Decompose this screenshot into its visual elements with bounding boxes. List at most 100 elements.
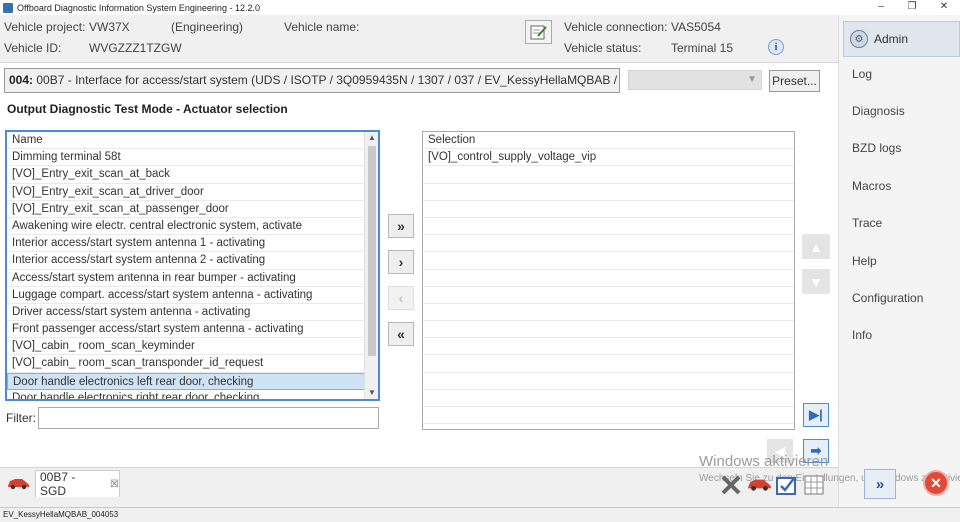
vehicle-id-label: Vehicle ID:: [4, 41, 62, 55]
empty-row: [423, 407, 794, 425]
list-item[interactable]: Access/start system antenna in rear bump…: [7, 270, 365, 287]
sidebar-item-bzd-logs[interactable]: BZD logs: [846, 139, 960, 157]
window-title: Offboard Diagnostic Information System E…: [17, 2, 260, 13]
preset-button[interactable]: Preset...: [769, 70, 820, 92]
empty-row: [423, 252, 794, 270]
add-button[interactable]: ›: [388, 250, 414, 274]
empty-row: [423, 235, 794, 253]
selection-header: Selection: [423, 132, 794, 150]
vehicle-project-value: VW37X: [89, 20, 130, 34]
scroll-thumb[interactable]: [368, 146, 376, 356]
app-icon: [3, 2, 13, 13]
vehicle-status-value: Terminal 15: [671, 41, 734, 55]
scroll-down-icon[interactable]: ▼: [365, 387, 378, 399]
list-item[interactable]: Door handle electronics right rear door,…: [7, 390, 365, 399]
list-scrollbar[interactable]: ▲ ▼: [364, 132, 378, 399]
list-item[interactable]: [VO]_Entry_exit_scan_at_back: [7, 166, 365, 184]
edit-vehicle-button[interactable]: [525, 20, 552, 44]
chevron-right-icon: ›: [398, 254, 404, 270]
list-item[interactable]: Luggage compart. access/start system ant…: [7, 287, 365, 304]
tab-label: 00B7 - SGD: [40, 470, 76, 498]
empty-row: [423, 338, 794, 356]
skip-to-end-button[interactable]: ▶|: [803, 403, 829, 427]
filter-label: Filter:: [6, 411, 36, 425]
vehicle-project-label: Vehicle project:: [4, 20, 86, 34]
cancel-x-icon[interactable]: [720, 474, 742, 496]
empty-row: [423, 355, 794, 373]
move-down-button[interactable]: ▼: [802, 269, 830, 294]
selected-actuators-list[interactable]: Selection [VO]_control_supply_voltage_vi…: [422, 131, 795, 430]
vehicle-connection-value: VAS5054: [671, 20, 721, 34]
tab-close-icon[interactable]: ☒: [110, 479, 119, 490]
available-actuators-list[interactable]: Name Dimming terminal 58t [VO]_Entry_exit…: [5, 130, 380, 401]
list-item[interactable]: Front passenger access/start system ante…: [7, 321, 365, 339]
vehicle-name-label: Vehicle name:: [284, 20, 360, 34]
empty-row: [423, 321, 794, 339]
close-icon: ✕: [930, 474, 942, 491]
list-item[interactable]: [VO]_Entry_exit_scan_at_driver_door: [7, 184, 365, 201]
edit-note-icon: [530, 25, 547, 40]
list-item[interactable]: Dimming terminal 58t: [7, 149, 365, 167]
module-description: 00B7 - Interface for access/start system…: [36, 73, 620, 87]
table-grid-icon[interactable]: [803, 474, 825, 496]
sidebar-item-log[interactable]: Log: [846, 65, 960, 83]
list-item[interactable]: Interior access/start system antenna 2 -…: [7, 252, 365, 270]
vehicle-connection-label: Vehicle connection:: [564, 20, 668, 34]
exit-button[interactable]: ✕: [923, 470, 949, 496]
list-item[interactable]: [VO]_cabin_ room_scan_keyminder: [7, 338, 365, 356]
empty-row: [423, 287, 794, 304]
restore-button[interactable]: ❐: [897, 0, 927, 15]
continue-button[interactable]: »: [864, 469, 896, 499]
vehicle-status-label: Vehicle status:: [564, 41, 642, 55]
tab-00b7-sgd[interactable]: 00B7 - SGD ☒: [35, 470, 120, 498]
sidebar-item-help[interactable]: Help: [846, 252, 960, 270]
filter-input[interactable]: [38, 407, 379, 429]
preset-select[interactable]: ▼: [628, 70, 762, 90]
double-chevron-right-icon: »: [397, 218, 405, 234]
title-bar: Offboard Diagnostic Information System E…: [0, 0, 960, 15]
admin-label: Admin: [874, 32, 909, 46]
section-title: Output Diagnostic Test Mode - Actuator s…: [7, 102, 288, 116]
sidebar-item-configuration[interactable]: Configuration: [846, 289, 960, 307]
remove-all-button[interactable]: «: [388, 322, 414, 346]
sidebar-item-diagnosis[interactable]: Diagnosis: [846, 102, 960, 120]
admin-button[interactable]: ⚙ Admin: [843, 21, 960, 57]
double-chevron-right-icon: »: [875, 475, 885, 493]
empty-row: [423, 184, 794, 201]
list-item[interactable]: Interior access/start system antenna 1 -…: [7, 235, 365, 253]
list-item[interactable]: [VO]_cabin_ room_scan_transponder_id_req…: [7, 355, 365, 373]
empty-row: [423, 201, 794, 218]
empty-row: [423, 218, 794, 236]
selection-item[interactable]: [VO]_control_supply_voltage_vip: [423, 149, 794, 167]
list-item[interactable]: [VO]_Entry_exit_scan_at_passenger_door: [7, 201, 365, 218]
sidebar-item-trace[interactable]: Trace: [846, 214, 960, 232]
double-chevron-left-icon: «: [397, 326, 405, 342]
empty-row: [423, 270, 794, 287]
sidebar-item-info[interactable]: Info: [846, 326, 960, 344]
activation-watermark-title: Windows aktivieren: [699, 453, 829, 470]
list-item[interactable]: Awakening wire electr. central electroni…: [7, 218, 365, 236]
checklist-icon[interactable]: [775, 474, 799, 496]
list-header: Name: [7, 132, 365, 150]
list-item[interactable]: Driver access/start system antenna - act…: [7, 304, 365, 322]
vehicle-status-icon[interactable]: [746, 476, 772, 492]
mode-value: (Engineering): [171, 20, 244, 34]
sidebar-item-macros[interactable]: Macros: [846, 177, 960, 195]
header-divider: [0, 62, 838, 63]
empty-row: [423, 304, 794, 322]
module-number: 004:: [9, 73, 34, 87]
add-all-button[interactable]: »: [388, 214, 414, 238]
move-up-button[interactable]: ▲: [802, 234, 830, 259]
admin-gear-icon: ⚙: [850, 30, 868, 48]
vehicle-car-icon[interactable]: [6, 476, 30, 490]
chevron-left-icon: ‹: [398, 290, 404, 306]
arrow-down-icon: ▼: [809, 273, 823, 290]
list-item[interactable]: Door handle electronics left rear door, …: [7, 372, 365, 390]
scroll-up-icon[interactable]: ▲: [365, 132, 378, 144]
remove-button[interactable]: ‹: [388, 286, 414, 310]
close-window-button[interactable]: ✕: [929, 0, 959, 15]
info-icon[interactable]: i: [768, 39, 784, 55]
minimize-button[interactable]: –: [866, 0, 896, 15]
arrow-up-icon: ▲: [809, 238, 823, 255]
module-description-field: 004: 00B7 - Interface for access/start s…: [4, 68, 620, 93]
